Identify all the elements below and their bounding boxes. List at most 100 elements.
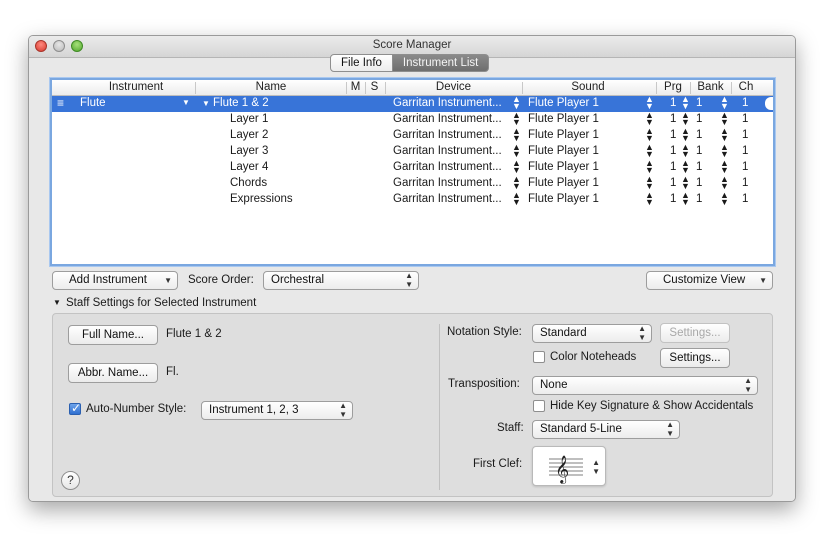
sound-cell[interactable]: Flute Player 1 bbox=[528, 193, 599, 205]
help-button[interactable]: ? bbox=[61, 471, 80, 490]
customize-view-button[interactable]: Customize View ▼ bbox=[646, 271, 773, 290]
ch-cell[interactable]: 1 bbox=[742, 129, 748, 141]
notation-style-select[interactable]: Standard ▲ ▼ bbox=[532, 324, 652, 343]
color-noteheads-settings-button[interactable]: Settings... bbox=[660, 348, 730, 368]
device-cell[interactable]: Garritan Instrument... bbox=[393, 145, 502, 157]
ch-cell[interactable]: 1 bbox=[742, 97, 748, 109]
drag-handle-icon[interactable]: ≡ bbox=[57, 96, 64, 110]
device-stepper-icon[interactable]: ▲ ▼ bbox=[512, 111, 521, 127]
col-sound[interactable]: Sound bbox=[522, 81, 654, 93]
table-row[interactable]: Layer 3 Garritan Instrument... ▲ ▼ Flute … bbox=[52, 143, 773, 160]
table-row[interactable]: Chords Garritan Instrument... ▲ ▼ Flute P… bbox=[52, 175, 773, 192]
sound-cell[interactable]: Flute Player 1 bbox=[528, 113, 599, 125]
auto-number-checkbox[interactable] bbox=[69, 401, 81, 415]
device-stepper-icon[interactable]: ▲ ▼ bbox=[512, 191, 521, 207]
device-stepper-icon[interactable]: ▲ ▼ bbox=[512, 175, 521, 191]
sound-stepper-icon[interactable]: ▲ ▼ bbox=[645, 143, 654, 159]
ch-cell[interactable]: 1 bbox=[742, 161, 748, 173]
device-cell[interactable]: Garritan Instrument... bbox=[393, 193, 502, 205]
bank-stepper-icon[interactable]: ▲ ▼ bbox=[720, 175, 729, 191]
sound-stepper-icon[interactable]: ▲ ▼ bbox=[645, 95, 654, 111]
tab-file-info[interactable]: File Info bbox=[330, 54, 393, 72]
sound-stepper-icon[interactable]: ▲ ▼ bbox=[645, 175, 654, 191]
prg-cell[interactable]: 1 bbox=[670, 193, 676, 205]
staff-select[interactable]: Standard 5-Line ▲ ▼ bbox=[532, 420, 680, 439]
col-ch[interactable]: Ch bbox=[731, 81, 761, 93]
add-instrument-button[interactable]: Add Instrument ▼ bbox=[52, 271, 178, 290]
score-order-select[interactable]: Orchestral ▲ ▼ bbox=[263, 271, 419, 290]
col-device[interactable]: Device bbox=[385, 81, 522, 93]
table-row[interactable]: Layer 1 Garritan Instrument... ▲ ▼ Flute … bbox=[52, 111, 773, 128]
col-name[interactable]: Name bbox=[196, 81, 346, 93]
device-stepper-icon[interactable]: ▲ ▼ bbox=[512, 143, 521, 159]
sound-stepper-icon[interactable]: ▲ ▼ bbox=[645, 191, 654, 207]
name-cell[interactable]: Layer 1 bbox=[230, 113, 268, 125]
name-cell[interactable]: Layer 4 bbox=[230, 161, 268, 173]
bank-stepper-icon[interactable]: ▲ ▼ bbox=[720, 143, 729, 159]
transposition-select[interactable]: None ▲ ▼ bbox=[532, 376, 758, 395]
first-clef-select[interactable]: 𝄞 ▲ ▼ bbox=[532, 446, 606, 486]
bank-cell[interactable]: 1 bbox=[696, 161, 702, 173]
device-stepper-icon[interactable]: ▲ ▼ bbox=[512, 127, 521, 143]
disclosure-triangle-icon[interactable]: ▼ bbox=[202, 99, 210, 108]
bank-cell[interactable]: 1 bbox=[696, 193, 702, 205]
instrument-dropdown-icon[interactable]: ▼ bbox=[182, 98, 190, 107]
prg-stepper-icon[interactable]: ▲ ▼ bbox=[681, 127, 690, 143]
prg-stepper-icon[interactable]: ▲ ▼ bbox=[681, 159, 690, 175]
bank-stepper-icon[interactable]: ▲ ▼ bbox=[720, 191, 729, 207]
prg-cell[interactable]: 1 bbox=[670, 113, 676, 125]
bank-cell[interactable]: 1 bbox=[696, 145, 702, 157]
device-cell[interactable]: Garritan Instrument... bbox=[393, 177, 502, 189]
col-instrument[interactable]: Instrument bbox=[76, 81, 196, 93]
instrument-cell[interactable]: Flute bbox=[80, 97, 106, 109]
hide-key-signature-checkbox[interactable] bbox=[533, 400, 545, 412]
device-cell[interactable]: Garritan Instrument... bbox=[393, 113, 502, 125]
name-cell[interactable]: Flute 1 & 2 bbox=[213, 97, 269, 109]
table-row[interactable]: Expressions Garritan Instrument... ▲ ▼ Fl… bbox=[52, 191, 773, 208]
prg-stepper-icon[interactable]: ▲ ▼ bbox=[681, 143, 690, 159]
full-name-button[interactable]: Full Name... bbox=[68, 325, 158, 345]
disclosure-triangle-icon[interactable]: ▼ bbox=[53, 298, 61, 307]
sound-stepper-icon[interactable]: ▲ ▼ bbox=[645, 127, 654, 143]
table-row-selected[interactable]: ≡ Flute ▼ ▼ Flute 1 & 2 Garritan Instrum… bbox=[52, 95, 773, 112]
name-cell[interactable]: Chords bbox=[230, 177, 267, 189]
device-cell[interactable]: Garritan Instrument... bbox=[393, 161, 502, 173]
bank-stepper-icon[interactable]: ▲ ▼ bbox=[720, 127, 729, 143]
device-stepper-icon[interactable]: ▲ ▼ bbox=[512, 159, 521, 175]
auto-number-select[interactable]: Instrument 1, 2, 3 ▲ ▼ bbox=[201, 401, 353, 420]
name-cell[interactable]: Layer 2 bbox=[230, 129, 268, 141]
ch-cell[interactable]: 1 bbox=[742, 177, 748, 189]
col-solo[interactable]: S bbox=[365, 81, 384, 93]
abbr-name-button[interactable]: Abbr. Name... bbox=[68, 363, 158, 383]
ch-cell[interactable]: 1 bbox=[742, 113, 748, 125]
col-mute[interactable]: M bbox=[346, 81, 365, 93]
sound-cell[interactable]: Flute Player 1 bbox=[528, 145, 599, 157]
color-noteheads-checkbox[interactable] bbox=[533, 351, 545, 363]
prg-cell[interactable]: 1 bbox=[670, 177, 676, 189]
prg-cell[interactable]: 1 bbox=[670, 97, 676, 109]
table-row[interactable]: Layer 4 Garritan Instrument... ▲ ▼ Flute … bbox=[52, 159, 773, 176]
name-cell[interactable]: Layer 3 bbox=[230, 145, 268, 157]
prg-cell[interactable]: 1 bbox=[670, 161, 676, 173]
bank-cell[interactable]: 1 bbox=[696, 113, 702, 125]
bank-cell[interactable]: 1 bbox=[696, 177, 702, 189]
col-bank[interactable]: Bank bbox=[690, 81, 731, 93]
col-prg[interactable]: Prg bbox=[656, 81, 690, 93]
sound-stepper-icon[interactable]: ▲ ▼ bbox=[645, 111, 654, 127]
bank-cell[interactable]: 1 bbox=[696, 129, 702, 141]
ch-cell[interactable]: 1 bbox=[742, 145, 748, 157]
sound-cell[interactable]: Flute Player 1 bbox=[528, 97, 599, 109]
prg-stepper-icon[interactable]: ▲ ▼ bbox=[681, 175, 690, 191]
prg-stepper-icon[interactable]: ▲ ▼ bbox=[681, 111, 690, 127]
device-cell[interactable]: Garritan Instrument... bbox=[393, 129, 502, 141]
bank-stepper-icon[interactable]: ▲ ▼ bbox=[720, 111, 729, 127]
prg-cell[interactable]: 1 bbox=[670, 129, 676, 141]
table-row[interactable]: Layer 2 Garritan Instrument... ▲ ▼ Flute … bbox=[52, 127, 773, 144]
name-cell[interactable]: Expressions bbox=[230, 193, 293, 205]
device-cell[interactable]: Garritan Instrument... bbox=[393, 97, 502, 109]
prg-stepper-icon[interactable]: ▲ ▼ bbox=[681, 95, 690, 111]
device-stepper-icon[interactable]: ▲ ▼ bbox=[512, 95, 521, 111]
prg-stepper-icon[interactable]: ▲ ▼ bbox=[681, 191, 690, 207]
notation-settings-button[interactable]: Settings... bbox=[660, 323, 730, 343]
sound-cell[interactable]: Flute Player 1 bbox=[528, 177, 599, 189]
